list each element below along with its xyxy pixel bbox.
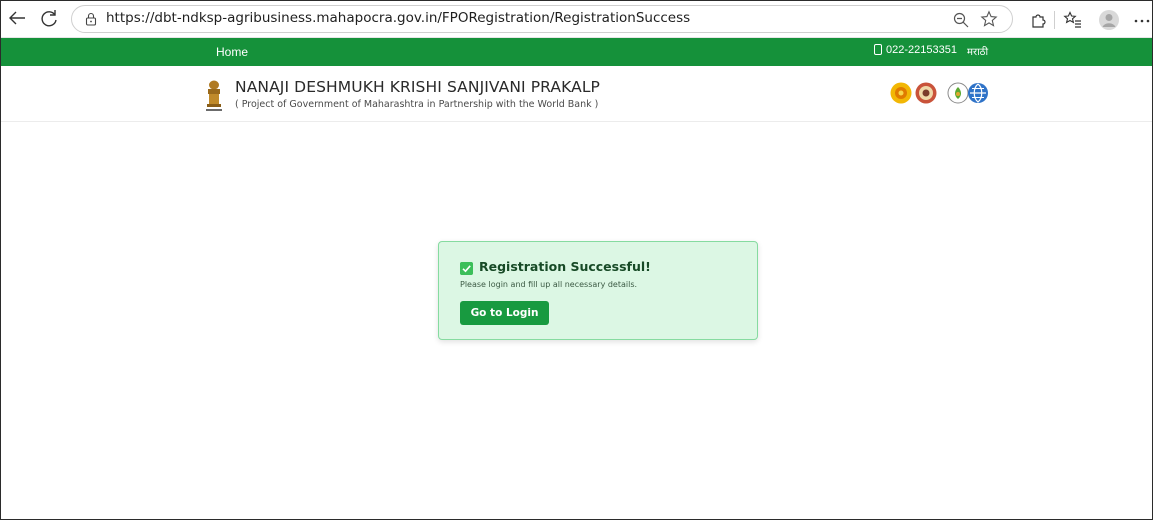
refresh-icon[interactable]: [37, 7, 61, 31]
browser-toolbar: https://dbt-ndksp-agribusiness.mahapocra…: [1, 1, 1152, 38]
lock-icon[interactable]: [84, 12, 98, 26]
zoom-icon[interactable]: [952, 11, 970, 29]
extensions-icon[interactable]: [1029, 10, 1049, 30]
pocra-logo: [947, 82, 969, 104]
url-text[interactable]: https://dbt-ndksp-agribusiness.mahapocra…: [106, 10, 690, 26]
back-icon[interactable]: [5, 7, 29, 31]
language-switch-link[interactable]: मराठी: [967, 44, 988, 58]
address-bar[interactable]: https://dbt-ndksp-agribusiness.mahapocra…: [71, 5, 1013, 33]
browser-window: https://dbt-ndksp-agribusiness.mahapocra…: [0, 0, 1153, 520]
world-bank-logo: [968, 83, 988, 103]
checkbox-checked-icon: [460, 262, 473, 275]
agriculture-dept-logo: [915, 82, 937, 104]
registration-success-card: Registration Successful! Please login an…: [438, 241, 758, 340]
contact-phone: 022-22153351: [874, 44, 957, 56]
success-message: Please login and fill up all necessary d…: [460, 280, 638, 289]
maharashtra-govt-logo: [890, 82, 912, 104]
site-title: NANAJI DESHMUKH KRISHI SANJIVANI PRAKALP: [235, 78, 600, 96]
go-to-login-button[interactable]: Go to Login: [460, 301, 549, 325]
site-subtitle: ( Project of Government of Maharashtra i…: [235, 99, 599, 110]
nav-home-link[interactable]: Home: [216, 45, 248, 59]
phone-icon: [874, 44, 882, 55]
site-header: NANAJI DESHMUKH KRISHI SANJIVANI PRAKALP…: [1, 66, 1152, 122]
toolbar-divider: [1054, 11, 1055, 29]
top-navigation-bar: Home 022-22153351 मराठी: [1, 38, 1152, 66]
national-emblem-logo: [206, 80, 222, 111]
favorites-icon[interactable]: [1063, 10, 1083, 30]
phone-number: 022-22153351: [886, 44, 957, 56]
profile-icon[interactable]: [1098, 9, 1120, 31]
more-icon[interactable]: [1132, 10, 1152, 30]
favorite-star-icon[interactable]: [980, 10, 998, 28]
success-title: Registration Successful!: [479, 259, 651, 274]
